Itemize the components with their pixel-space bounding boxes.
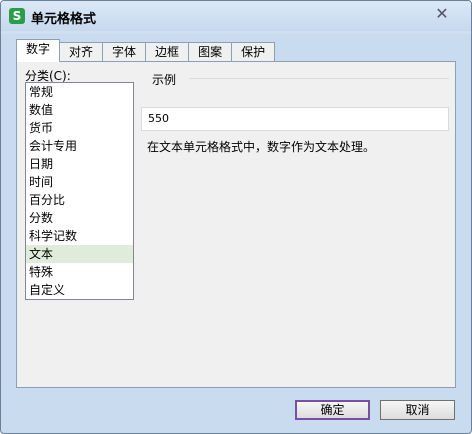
category-item-text[interactable]: 文本 <box>26 245 133 263</box>
dialog-title: 单元格格式 <box>31 12 97 27</box>
category-listbox[interactable]: 常规 数值 货币 会计专用 日期 时间 百分比 分数 科学记数 文本 特殊 自定… <box>25 82 134 300</box>
tab-protection[interactable]: 保护 <box>231 42 276 61</box>
category-item-general[interactable]: 常规 <box>26 83 133 101</box>
category-item-currency[interactable]: 货币 <box>26 119 133 137</box>
format-cells-dialog: S 单元格格式 ✕ 数字 对齐 字体 边框 图案 保护 分类(C): 常规 数值… <box>0 0 472 434</box>
sample-value: 550 <box>148 112 169 125</box>
title-bar[interactable]: S 单元格格式 ✕ <box>1 1 471 31</box>
sample-group-divider <box>189 78 449 79</box>
ok-button[interactable]: 确定 <box>295 400 370 420</box>
format-description: 在文本单元格格式中，数字作为文本处理。 <box>147 140 376 154</box>
dialog-client-area: 数字 对齐 字体 边框 图案 保护 分类(C): 常规 数值 货币 会计专用 日… <box>10 34 462 424</box>
sample-group: 示例 <box>141 71 449 103</box>
tab-strip: 数字 对齐 字体 边框 图案 保护 <box>16 39 276 62</box>
category-item-fraction[interactable]: 分数 <box>26 209 133 227</box>
tab-border[interactable]: 边框 <box>145 42 190 61</box>
cancel-button[interactable]: 取消 <box>380 400 455 420</box>
category-item-date[interactable]: 日期 <box>26 155 133 173</box>
category-item-special[interactable]: 特殊 <box>26 263 133 281</box>
wps-app-icon: S <box>9 8 25 24</box>
tab-number[interactable]: 数字 <box>16 39 61 62</box>
category-item-number[interactable]: 数值 <box>26 101 133 119</box>
tab-alignment[interactable]: 对齐 <box>59 42 104 61</box>
category-item-scientific[interactable]: 科学记数 <box>26 227 133 245</box>
sample-label: 示例 <box>150 71 179 88</box>
tab-pattern[interactable]: 图案 <box>188 42 233 61</box>
number-tab-panel: 分类(C): 常规 数值 货币 会计专用 日期 时间 百分比 分数 科学记数 文… <box>16 61 456 388</box>
category-item-time[interactable]: 时间 <box>26 173 133 191</box>
category-item-accounting[interactable]: 会计专用 <box>26 137 133 155</box>
category-item-custom[interactable]: 自定义 <box>26 281 133 299</box>
close-icon[interactable]: ✕ <box>427 5 457 23</box>
tab-font[interactable]: 字体 <box>102 42 147 61</box>
category-item-percentage[interactable]: 百分比 <box>26 191 133 209</box>
sample-preview-box: 550 <box>141 107 449 131</box>
